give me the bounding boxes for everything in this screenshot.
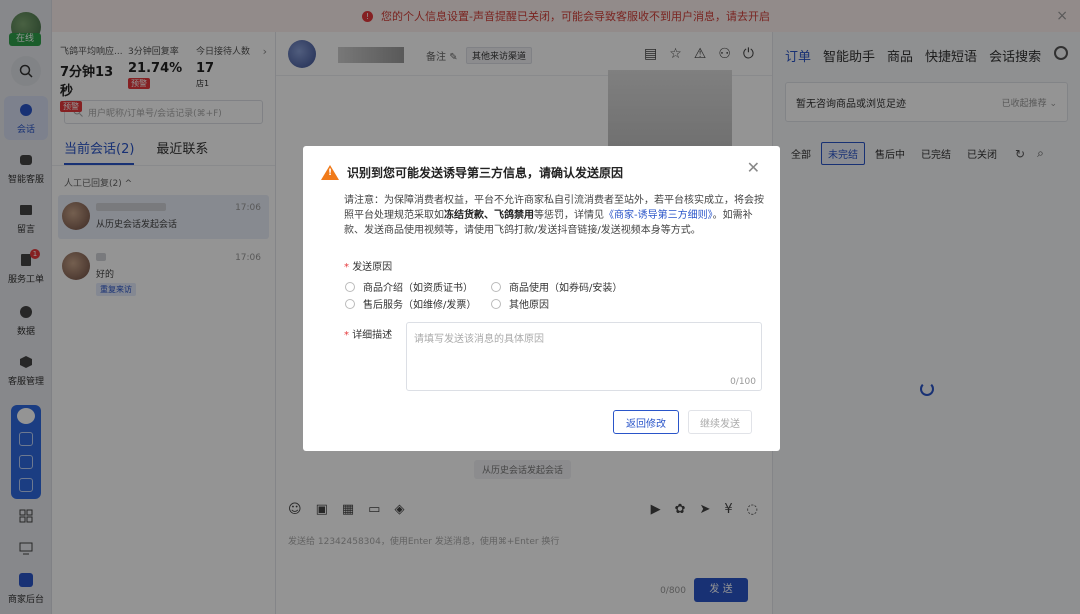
- rules-link[interactable]: 《商家-诱导第三方细则》: [604, 210, 713, 221]
- reason-radio[interactable]: 商品使用（如券码/安装）: [491, 278, 637, 295]
- reason-radio[interactable]: 其他原因: [491, 295, 637, 312]
- detail-label: * 详细描述: [344, 330, 393, 341]
- detail-char-count: 0/100: [730, 377, 756, 387]
- confirm-dialog: ! 识别到您可能发送诱导第三方信息，请确认发送原因 ✕ 请注意：为保障消费者权益…: [303, 146, 780, 451]
- radio-circle: [345, 298, 355, 309]
- reason-radio-group: 商品介绍（如资质证书） 商品使用（如券码/安装） 售后服务（如维修/发票） 其他原因: [345, 278, 645, 312]
- radio-circle: [491, 298, 501, 309]
- reason-radio[interactable]: 售后服务（如维修/发票）: [345, 295, 491, 312]
- detail-textarea[interactable]: [406, 322, 762, 391]
- radio-circle: [491, 281, 501, 292]
- continue-send-button[interactable]: 继续发送: [688, 410, 752, 434]
- warning-icon: !: [321, 165, 339, 180]
- close-icon[interactable]: ✕: [747, 158, 760, 177]
- dialog-notice: 请注意：为保障消费者权益，平台不允许商家私自引流消费者至站外，若平台核实成立，将…: [344, 195, 764, 236]
- reason-radio[interactable]: 商品介绍（如资质证书）: [345, 278, 491, 295]
- radio-circle: [345, 281, 355, 292]
- reason-label: * 发送原因: [344, 262, 393, 273]
- dialog-title: ! 识别到您可能发送诱导第三方信息，请确认发送原因: [321, 164, 623, 181]
- back-edit-button[interactable]: 返回修改: [613, 410, 679, 434]
